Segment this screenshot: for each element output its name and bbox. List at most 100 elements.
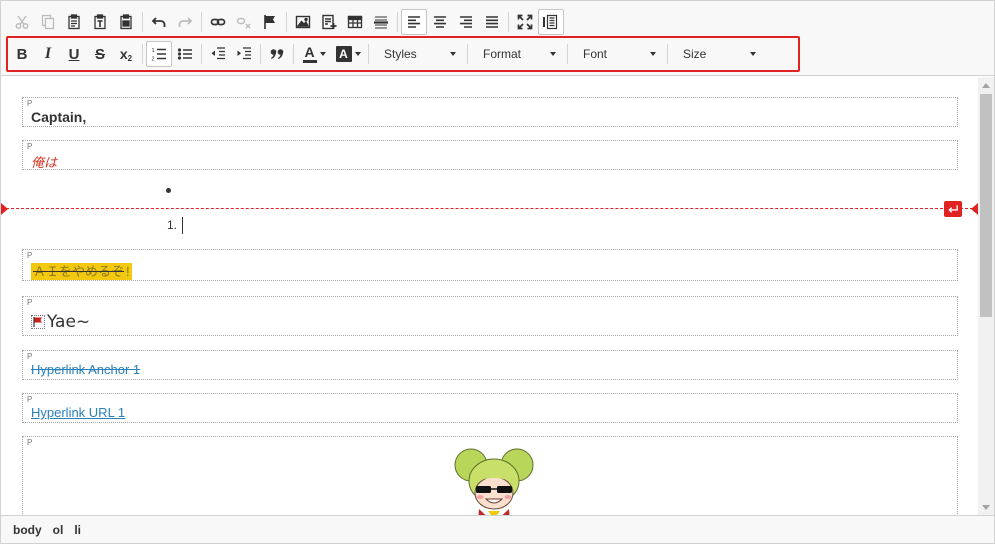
text-color-button[interactable]: A [297,41,331,67]
toolbar-row-1 [9,9,564,35]
list-item-number: 1. [167,218,178,232]
paragraph-text-wrap: ＡＩをやめるぞ! [31,261,132,280]
paragraph-text: Yae~ [47,312,91,332]
bulleted-list-button[interactable] [172,41,198,67]
editor-content[interactable]: P Captain, P 俺は 1. P ＡＩをやめるぞ! P Yae~ P H… [1,77,978,515]
strikethrough-button[interactable]: S [87,41,113,67]
toolbar-separator [397,12,398,32]
show-blocks-icon [543,14,558,30]
highlighted-text: ＡＩをやめるぞ [31,263,127,280]
chevron-down-icon [550,52,556,56]
path-item-ol[interactable]: ol [53,523,64,537]
insertion-guide-line [1,208,978,209]
background-color-label: A [339,47,348,61]
undo-button[interactable] [146,9,172,35]
image-icon [295,15,311,29]
anchor-button[interactable] [257,9,283,35]
align-center-button[interactable] [427,9,453,35]
underline-button[interactable]: U [61,41,87,67]
blockquote-button[interactable] [264,41,290,67]
text-cursor [182,217,183,234]
unlink-button[interactable] [231,9,257,35]
vertical-scrollbar[interactable] [978,77,994,515]
copy-icon [41,14,55,30]
font-dropdown-label: Font [583,47,608,61]
block-tag-label: P [27,142,33,151]
text-color-swatch: A [302,45,317,63]
italic-button[interactable]: I [35,41,61,67]
chibi-character-image[interactable] [439,443,549,515]
scroll-down-arrow-icon[interactable] [982,505,990,510]
align-left-button[interactable] [401,9,427,35]
insert-paragraph-button[interactable] [944,201,962,217]
toolbar-separator [286,12,287,32]
styles-dropdown-label: Styles [384,47,417,61]
toolbar-row-2: B I U S x2 12 A A Styles Format Font Siz… [9,41,764,67]
path-item-li[interactable]: li [74,523,81,537]
svg-text:1: 1 [152,48,155,54]
flag-icon [33,317,42,327]
text-color-bar [302,60,317,63]
horizontal-rule-button[interactable] [368,9,394,35]
anchor-link[interactable]: Hyperlink Anchor 1 [31,362,140,377]
link-button[interactable] [205,9,231,35]
paragraph-block[interactable]: P [22,436,958,515]
numbered-list-button[interactable]: 12 [146,41,172,67]
redo-button[interactable] [172,9,198,35]
hyperlink[interactable]: Hyperlink URL 1 [31,405,125,420]
block-tag-label: P [27,352,33,361]
highlighted-text-tail: ! [126,263,132,280]
paragraph-block[interactable]: P Hyperlink URL 1 [22,393,958,423]
paragraph-text: 俺は [31,155,58,170]
size-dropdown[interactable]: Size [671,41,764,67]
flag-icon [264,15,275,29]
paragraph-block[interactable]: P Captain, [22,97,958,127]
cut-button[interactable] [9,9,35,35]
align-right-button[interactable] [453,9,479,35]
paste-text-button[interactable] [87,9,113,35]
scroll-up-arrow-icon[interactable] [982,83,990,88]
toolbar-separator [368,44,369,64]
bold-label: B [16,45,28,63]
table-button[interactable] [342,9,368,35]
bulleted-list-icon [177,48,192,60]
paragraph-block[interactable]: P Yae~ [22,296,958,336]
table-icon [347,15,363,29]
enter-icon [947,205,958,213]
background-color-button[interactable]: A [331,41,365,67]
underline-label: U [68,45,80,63]
indent-button[interactable] [231,41,257,67]
align-center-icon [434,16,446,28]
paragraph-block[interactable]: P 俺は [22,140,958,170]
maximize-button[interactable] [512,9,538,35]
paste-button[interactable] [61,9,87,35]
align-justify-button[interactable] [479,9,505,35]
insertion-guide-left-arrow [1,203,8,215]
image-button[interactable] [290,9,316,35]
size-dropdown-label: Size [683,47,707,61]
paragraph-block[interactable]: P ＡＩをやめるぞ! [22,249,958,281]
show-blocks-button[interactable] [538,9,564,35]
block-tag-label: P [27,251,33,260]
paragraph-block[interactable]: P Hyperlink Anchor 1 [22,350,958,380]
subscript-button[interactable]: x2 [113,41,139,67]
unlink-icon [236,17,251,29]
copy-button[interactable] [35,9,61,35]
outdent-button[interactable] [205,41,231,67]
scissors-icon [15,15,29,29]
maximize-icon [517,14,533,30]
paste-word-button[interactable] [113,9,139,35]
format-dropdown[interactable]: Format [471,41,564,67]
styles-dropdown[interactable]: Styles [372,41,464,67]
anchor-placeholder[interactable] [31,315,45,329]
font-dropdown[interactable]: Font [571,41,664,67]
toolbar-separator [567,44,568,64]
clipboard-icon [68,14,80,30]
strikethrough-label: S [94,45,105,63]
insert-element-button[interactable] [316,9,342,35]
toolbar-separator [508,12,509,32]
path-item-body[interactable]: body [13,523,42,537]
block-tag-label: P [27,298,33,307]
bold-button[interactable]: B [9,41,35,67]
scrollbar-thumb[interactable] [980,94,992,317]
